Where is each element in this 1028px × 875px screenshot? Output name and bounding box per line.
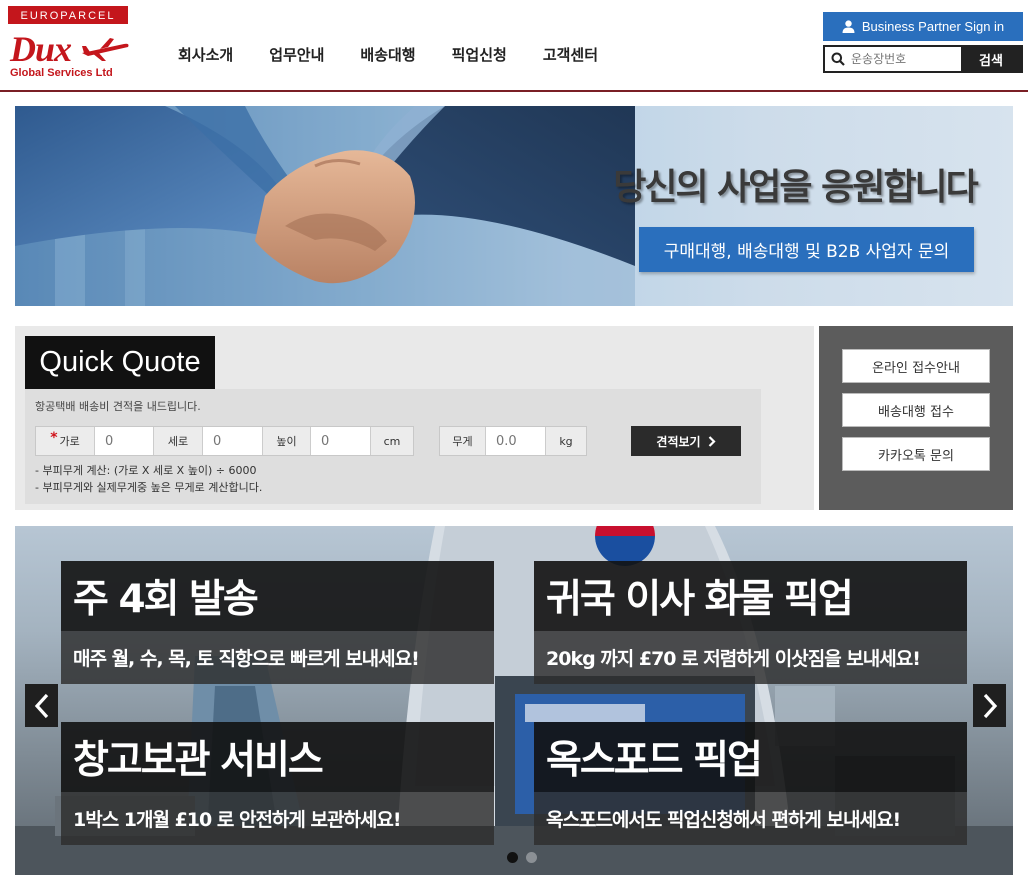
quick-quote-section: Quick Quote 항공택배 배송비 견적을 내드립니다. * 가로 세로 … [15,326,814,510]
get-quote-button[interactable]: 견적보기 [631,426,741,456]
chevron-right-icon [983,693,997,718]
length-label: 세로 [154,427,203,455]
logo-mark: Dux [8,28,130,70]
nav-support[interactable]: 고객센터 [543,44,598,65]
quick-quote-title: Quick Quote [25,336,215,389]
main-nav: 회사소개 업무안내 배송대행 픽업신청 고객센터 [160,44,616,65]
length-input[interactable] [203,427,263,455]
chevron-right-icon [708,435,716,447]
logo-wordmark: Dux [10,29,72,69]
width-label-text: 가로 [59,435,80,448]
quote-form: 항공택배 배송비 견적을 내드립니다. * 가로 세로 높이 cm 무게 kg … [25,389,761,504]
weight-label: 무게 [440,427,486,455]
dimension-unit: cm [371,427,413,455]
dimension-fields: * 가로 세로 높이 cm [35,426,414,456]
quick-links-panel: 온라인 접수안내 배송대행 접수 카카오톡 문의 [819,326,1013,510]
height-input[interactable] [311,427,371,455]
service-title-storage: 창고보관 서비스 [61,722,494,792]
required-mark: * [50,430,58,446]
nav-pickup[interactable]: 픽업신청 [452,44,507,65]
service-title-moving: 귀국 이사 화물 픽업 [534,561,967,631]
online-guide-button[interactable]: 온라인 접수안내 [842,349,990,383]
nav-company[interactable]: 회사소개 [178,44,233,65]
service-subtitle-moving: 20kg 까지 £70 로 저렴하게 이삿짐을 보내세요! [534,631,967,684]
get-quote-label: 견적보기 [656,434,701,449]
slider-pagination [503,852,541,863]
b2b-inquiry-button[interactable]: 구매대행, 배송대행 및 B2B 사업자 문의 [639,227,974,272]
slider-next-button[interactable] [973,684,1006,727]
logo-europarcel: EUROPARCEL [8,6,128,24]
slider-prev-button[interactable] [25,684,58,727]
services-slider: 주 4회 발송 매주 월, 수, 목, 토 직항으로 빠르게 보내세요! 귀국 … [15,526,1013,875]
volume-formula-note: - 부피무게 계산: (가로 X 세로 X 높이) ÷ 6000 [35,464,257,477]
airplane-icon [82,38,129,61]
kakaotalk-inquiry-button[interactable]: 카카오톡 문의 [842,437,990,471]
nav-forwarding[interactable]: 배송대행 [360,44,415,65]
partner-signin-label: Business Partner Sign in [861,19,1005,34]
quote-description: 항공택배 배송비 견적을 내드립니다. [35,400,201,413]
height-label: 높이 [263,427,311,455]
search-icon [825,47,851,71]
user-icon [842,20,855,33]
service-subtitle-weekly: 매주 월, 수, 목, 토 직항으로 빠르게 보내세요! [61,631,494,684]
service-subtitle-oxford: 옥스포드에서도 픽업신청해서 편하게 보내세요! [534,792,967,845]
weight-input[interactable] [486,427,546,455]
logo-subtitle: Global Services Ltd [10,67,113,79]
dux-logo[interactable]: EUROPARCEL Dux Global Services Ltd [8,6,130,82]
handshake-image [15,106,635,306]
forwarding-order-button[interactable]: 배송대행 접수 [842,393,990,427]
nav-services[interactable]: 업무안내 [269,44,324,65]
weight-unit: kg [546,427,586,455]
tracking-search: 검색 [823,45,1023,73]
width-label: * 가로 [36,427,95,455]
slider-dot[interactable] [526,852,537,863]
weight-rule-note: - 부피무게와 실제무게중 높은 무게로 계산합니다. [35,481,263,494]
service-title-oxford: 옥스포드 픽업 [534,722,967,792]
partner-signin-button[interactable]: Business Partner Sign in [823,12,1023,41]
service-subtitle-storage: 1박스 1개월 £10 로 안전하게 보관하세요! [61,792,494,845]
width-input[interactable] [95,427,154,455]
site-header: EUROPARCEL Dux Global Services Ltd 회사소개 … [0,0,1028,92]
weight-fields: 무게 kg [439,426,587,456]
slider-dot[interactable] [507,852,518,863]
hero-banner: 당신의 사업을 응원합니다 구매대행, 배송대행 및 B2B 사업자 문의 [15,106,1013,306]
tracking-number-input[interactable] [851,47,961,71]
hero-title: 당신의 사업을 응원합니다 [613,167,978,208]
search-button[interactable]: 검색 [961,47,1021,71]
service-title-weekly: 주 4회 발송 [61,561,494,631]
chevron-left-icon [34,693,48,718]
